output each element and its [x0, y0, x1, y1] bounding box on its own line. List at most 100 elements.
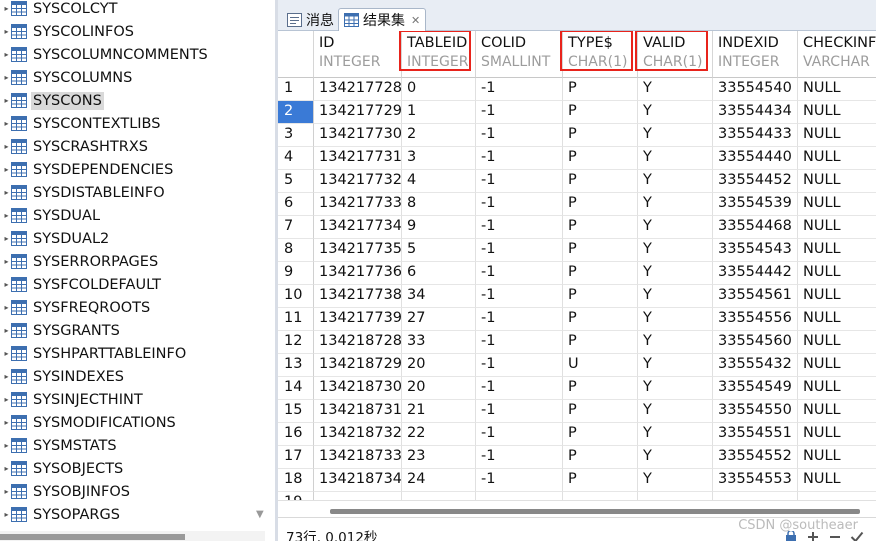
row-number[interactable]: 10	[278, 285, 314, 308]
tab-resultset[interactable]: 结果集 ✕	[338, 8, 427, 31]
expand-arrow-icon[interactable]: ▸	[2, 27, 11, 36]
table-cell[interactable]: 134218729	[314, 354, 402, 377]
table-cell[interactable]: NULL	[798, 308, 876, 331]
table-cell[interactable]: P	[563, 216, 638, 239]
table-cell[interactable]: NULL	[798, 354, 876, 377]
table-cell[interactable]: Y	[638, 101, 713, 124]
table-cell[interactable]: -1	[476, 124, 563, 147]
table-cell[interactable]: 134218728	[314, 331, 402, 354]
table-cell[interactable]: P	[563, 285, 638, 308]
tree-item[interactable]: ▸ SYSCOLUMNCOMMENTS	[0, 43, 255, 66]
table-row[interactable]: 16 134218732 22 -1 P Y 33554551 NULL	[278, 423, 876, 446]
expand-arrow-icon[interactable]: ▸	[2, 4, 11, 13]
table-cell[interactable]: -1	[476, 400, 563, 423]
table-row[interactable]: 5 134217732 4 -1 P Y 33554452 NULL	[278, 170, 876, 193]
row-number[interactable]: 8	[278, 239, 314, 262]
column-header[interactable]: VALID CHAR(1)	[638, 31, 713, 78]
row-number[interactable]: 15	[278, 400, 314, 423]
row-number[interactable]: 18	[278, 469, 314, 492]
expand-arrow-icon[interactable]: ▸	[2, 142, 11, 151]
table-cell[interactable]: 9	[402, 216, 476, 239]
table-cell[interactable]: NULL	[798, 377, 876, 400]
table-cell[interactable]: NULL	[798, 216, 876, 239]
table-cell[interactable]: 6	[402, 262, 476, 285]
table-cell[interactable]: Y	[638, 193, 713, 216]
column-header[interactable]: CHECKINFO VARCHAR	[798, 31, 876, 78]
table-cell[interactable]: Y	[638, 147, 713, 170]
row-number[interactable]: 16	[278, 423, 314, 446]
table-cell[interactable]: 0	[402, 78, 476, 101]
table-cell[interactable]: 33554549	[713, 377, 798, 400]
table-cell[interactable]: 33554560	[713, 331, 798, 354]
row-number[interactable]: 12	[278, 331, 314, 354]
table-cell[interactable]: NULL	[798, 170, 876, 193]
expand-arrow-icon[interactable]: ▸	[2, 188, 11, 197]
tree-item[interactable]: ▸ SYSMSTATS	[0, 434, 255, 457]
table-cell[interactable]: NULL	[798, 193, 876, 216]
column-header[interactable]: COLID SMALLINT	[476, 31, 563, 78]
table-cell[interactable]: NULL	[798, 101, 876, 124]
table-cell[interactable]: NULL	[798, 331, 876, 354]
row-number[interactable]: 11	[278, 308, 314, 331]
expand-arrow-icon[interactable]: ▸	[2, 349, 11, 358]
close-icon[interactable]: ✕	[411, 14, 420, 27]
table-row[interactable]: 4 134217731 3 -1 P Y 33554440 NULL	[278, 147, 876, 170]
tree-item[interactable]: ▸ SYSCOLINFOS	[0, 20, 255, 43]
table-cell[interactable]: -1	[476, 285, 563, 308]
table-cell[interactable]: -1	[476, 377, 563, 400]
table-cell[interactable]: 33554468	[713, 216, 798, 239]
table-cell[interactable]: NULL	[798, 147, 876, 170]
expand-arrow-icon[interactable]: ▸	[2, 303, 11, 312]
table-cell[interactable]: NULL	[798, 285, 876, 308]
expand-arrow-icon[interactable]: ▸	[2, 211, 11, 220]
column-header[interactable]: INDEXID INTEGER	[713, 31, 798, 78]
column-header[interactable]: ID INTEGER	[314, 31, 402, 78]
table-cell[interactable]: 33554543	[713, 239, 798, 262]
tree-item[interactable]: ▸ SYSINDEXES	[0, 365, 255, 388]
table-cell[interactable]: P	[563, 262, 638, 285]
table-cell[interactable]: NULL	[798, 423, 876, 446]
table-cell[interactable]: 21	[402, 400, 476, 423]
scroll-down-arrow-icon[interactable]: ▼	[256, 509, 264, 520]
table-cell[interactable]: 33554553	[713, 469, 798, 492]
table-row[interactable]: 8 134217735 5 -1 P Y 33554543 NULL	[278, 239, 876, 262]
tree-hscroll-thumb[interactable]	[0, 534, 185, 540]
table-cell[interactable]: -1	[476, 262, 563, 285]
table-row[interactable]: 11 134217739 27 -1 P Y 33554556 NULL	[278, 308, 876, 331]
table-cell[interactable]: 33554539	[713, 193, 798, 216]
table-cell[interactable]: Y	[638, 170, 713, 193]
row-number[interactable]: 1	[278, 78, 314, 101]
grid-hscroll-thumb[interactable]	[330, 509, 860, 514]
table-cell[interactable]: NULL	[798, 469, 876, 492]
table-row[interactable]: 3 134217730 2 -1 P Y 33554433 NULL	[278, 124, 876, 147]
table-cell[interactable]: P	[563, 101, 638, 124]
table-cell[interactable]: 33554440	[713, 147, 798, 170]
table-cell[interactable]: 33	[402, 331, 476, 354]
table-row[interactable]: 17 134218733 23 -1 P Y 33554552 NULL	[278, 446, 876, 469]
tree-vertical-scrollbar[interactable]: ▼	[255, 0, 269, 528]
tree-item[interactable]: ▸ SYSHPARTTABLEINFO	[0, 342, 255, 365]
row-number[interactable]: 7	[278, 216, 314, 239]
table-cell[interactable]: -1	[476, 101, 563, 124]
table-cell[interactable]: 20	[402, 354, 476, 377]
delete-row-icon[interactable]	[828, 531, 842, 541]
table-cell[interactable]: 134217738	[314, 285, 402, 308]
table-cell[interactable]: 33554434	[713, 101, 798, 124]
table-cell[interactable]: P	[563, 423, 638, 446]
table-cell[interactable]: P	[563, 124, 638, 147]
table-cell[interactable]: 23	[402, 446, 476, 469]
expand-arrow-icon[interactable]: ▸	[2, 510, 11, 519]
row-number[interactable]: 2	[278, 101, 314, 124]
table-cell[interactable]: -1	[476, 331, 563, 354]
table-cell[interactable]: -1	[476, 308, 563, 331]
table-cell[interactable]: NULL	[798, 78, 876, 101]
table-cell[interactable]: Y	[638, 446, 713, 469]
table-row[interactable]: 9 134217736 6 -1 P Y 33554442 NULL	[278, 262, 876, 285]
expand-arrow-icon[interactable]: ▸	[2, 234, 11, 243]
column-header[interactable]: TABLEID INTEGER	[402, 31, 476, 78]
table-cell[interactable]: Y	[638, 400, 713, 423]
table-cell[interactable]: -1	[476, 423, 563, 446]
tree-item[interactable]: ▸ SYSCONS	[0, 89, 255, 112]
row-number[interactable]: 17	[278, 446, 314, 469]
table-row[interactable]: 6 134217733 8 -1 P Y 33554539 NULL	[278, 193, 876, 216]
